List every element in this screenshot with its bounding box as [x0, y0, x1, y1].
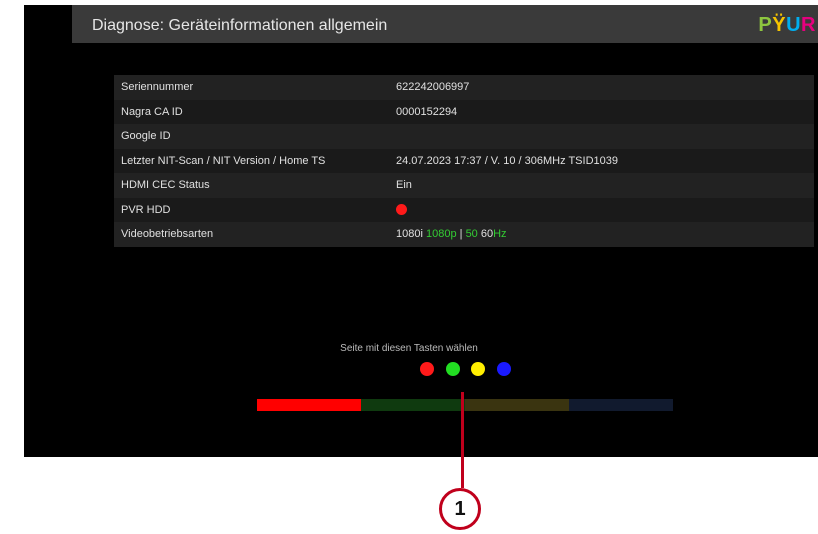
page-segment-4[interactable] [569, 399, 673, 411]
header-bar: Diagnose: Geräteinformationen allgemein … [72, 5, 818, 43]
page-indicator [257, 399, 673, 411]
pyur-logo: PŸUR [758, 15, 816, 35]
value-part: Hz [493, 228, 507, 241]
row-label: Seriennummer [121, 81, 194, 94]
row-label: Nagra CA ID [121, 105, 183, 118]
row-label: PVR HDD [121, 203, 171, 216]
device-info-table: Seriennummer 622242006997 Nagra CA ID 00001… [114, 75, 814, 247]
page-selection-hint: Seite mit diesen Tasten wählen [340, 343, 478, 354]
table-row: PVR HDD [114, 198, 814, 223]
page-segment-2[interactable] [361, 399, 465, 411]
logo-letter: Ÿ [772, 14, 787, 36]
logo-letter: R [801, 14, 816, 36]
table-row: Letzter NIT-Scan / NIT Version / Home TS… [114, 149, 814, 174]
table-row: Nagra CA ID 0000152294 [114, 100, 814, 125]
red-key-icon[interactable] [420, 362, 434, 376]
value-part: | [456, 228, 466, 241]
page-segment-1[interactable] [257, 399, 361, 411]
page-segment-3[interactable] [465, 399, 569, 411]
logo-letter: U [786, 14, 802, 36]
row-label: Letzter NIT-Scan / NIT Version / Home TS [121, 154, 326, 167]
value-part: 1080i [396, 228, 426, 241]
row-label: Google ID [121, 130, 171, 143]
row-label: Videobetriebsarten [121, 228, 214, 241]
callout-marker: 1 [439, 488, 481, 530]
table-row: Seriennummer 622242006997 [114, 75, 814, 100]
status-dot-icon [396, 204, 407, 216]
row-value: 24.07.2023 17:37 / V. 10 / 306MHz TSID10… [396, 154, 618, 167]
table-row: Google ID [114, 124, 814, 149]
row-value: Ein [396, 179, 412, 192]
page-title: Diagnose: Geräteinformationen allgemein [92, 17, 388, 34]
row-value [396, 204, 814, 216]
value-part: 60 [477, 228, 494, 241]
green-key-icon[interactable] [445, 362, 460, 376]
table-row: HDMI CEC Status Ein [114, 173, 814, 198]
callout-line [461, 392, 464, 488]
yellow-key-icon[interactable] [471, 362, 485, 376]
logo-letter: P [758, 14, 773, 36]
row-value: 1080i 1080p | 50 60 Hz [396, 228, 814, 240]
blue-key-icon[interactable] [496, 362, 511, 376]
row-value: 622242006997 [396, 81, 470, 94]
row-value: 0000152294 [396, 105, 458, 118]
value-part: 50 [465, 228, 478, 241]
value-part: 1080p [425, 228, 457, 241]
row-label: HDMI CEC Status [121, 179, 210, 192]
tv-screen: Diagnose: Geräteinformationen allgemein … [24, 5, 818, 457]
table-row: Videobetriebsarten 1080i 1080p | 50 60 Hz [114, 222, 814, 247]
